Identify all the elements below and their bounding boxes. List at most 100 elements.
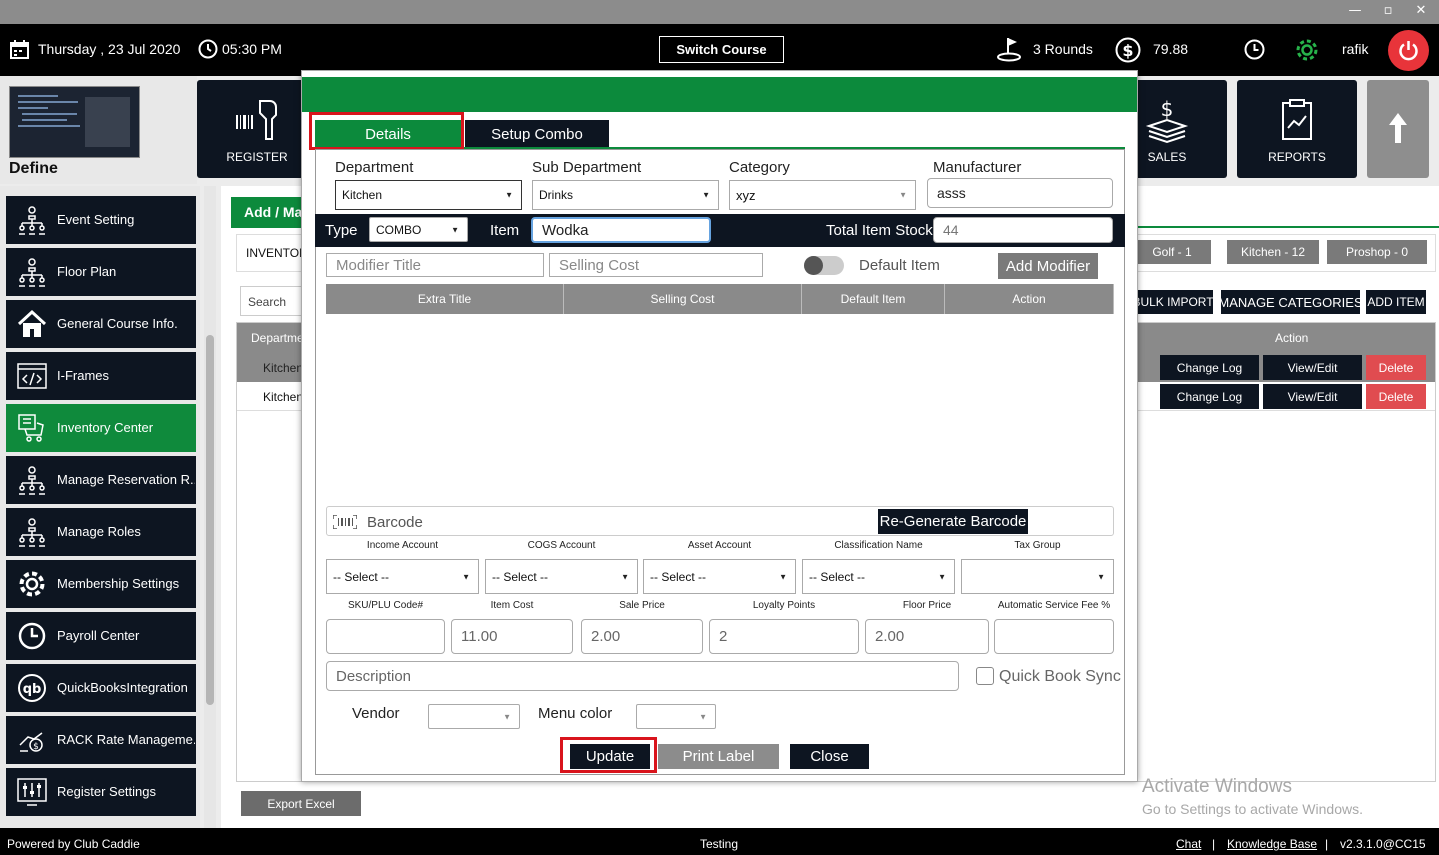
inventory-label: INVENTOR <box>246 246 308 260</box>
sku-label: SKU/PLU Code# <box>347 600 424 611</box>
history-clock-icon[interactable] <box>1244 39 1265 60</box>
department-select[interactable]: Kitchen ▼ <box>335 180 522 210</box>
classification-value: -- Select -- <box>809 569 866 584</box>
delete-button[interactable]: Delete <box>1366 384 1426 409</box>
service-fee-input[interactable] <box>994 619 1114 654</box>
col-selling-cost: Selling Cost <box>564 284 802 314</box>
close-button[interactable]: Close <box>790 744 869 769</box>
type-select[interactable]: COMBO ▼ <box>369 217 468 242</box>
description-input[interactable]: Description <box>326 661 959 691</box>
subdept-select[interactable]: Drinks ▼ <box>532 180 719 210</box>
balance-display: 79.88 <box>1153 41 1189 57</box>
sidebar-item-manage-roles[interactable]: Manage Roles <box>6 508 196 556</box>
reports-label: REPORTS <box>1268 150 1326 164</box>
restore-button[interactable]: ▫ <box>1376 3 1400 18</box>
category-select[interactable]: xyz ▼ <box>729 180 916 210</box>
modifier-title-input[interactable]: Modifier Title <box>326 253 544 277</box>
time-display: 05:30 PM <box>222 41 282 57</box>
sale-price-input[interactable]: 2.00 <box>581 619 703 654</box>
item-cost-input[interactable]: 11.00 <box>451 619 573 654</box>
floor-price-input[interactable]: 2.00 <box>865 619 989 654</box>
status-bar: Powered by Club Caddie Testing Chat | Kn… <box>0 828 1439 855</box>
print-label-button[interactable]: Print Label <box>658 744 779 769</box>
view-edit-button[interactable]: View/Edit <box>1263 384 1362 409</box>
asset-account-select[interactable]: -- Select -- ▼ <box>643 559 796 594</box>
export-excel-button[interactable]: Export Excel <box>241 791 361 816</box>
sidebar-item-inventory-center[interactable]: Inventory Center <box>6 404 196 452</box>
manufacturer-value: asss <box>937 185 966 201</box>
sidebar-item-i-frames[interactable]: I-Frames <box>6 352 196 400</box>
chat-link[interactable]: Chat <box>1176 837 1201 851</box>
selling-cost-input[interactable]: Selling Cost <box>549 253 763 277</box>
menu-color-select[interactable]: ▼ <box>636 704 716 729</box>
switch-course-button[interactable]: Switch Course <box>659 36 784 63</box>
type-value: COMBO <box>376 222 422 237</box>
quick-book-sync-checkbox[interactable] <box>976 667 994 685</box>
minimize-button[interactable]: — <box>1343 3 1367 18</box>
sidebar-item-rack-rate-manageme[interactable]: $ RACK Rate Manageme... <box>6 716 196 764</box>
sidebar-item-manage-reservation-r[interactable]: Manage Reservation R... <box>6 456 196 504</box>
search-placeholder: Search <box>248 295 287 309</box>
chevron-down-icon: ▼ <box>621 572 629 581</box>
toggle-knob <box>804 256 823 275</box>
sidebar-item-event-setting[interactable]: Event Setting <box>6 196 196 244</box>
search-input[interactable]: Search <box>240 286 310 316</box>
sidebar-item-register-settings[interactable]: Register Settings <box>6 768 196 816</box>
chevron-down-icon: ▼ <box>1097 572 1105 581</box>
register-tile[interactable]: REGISTER <box>197 80 317 178</box>
window-close-button[interactable]: ✕ <box>1409 3 1433 18</box>
tab-setup-combo[interactable]: Setup Combo <box>465 120 609 148</box>
income-account-select[interactable]: -- Select -- ▼ <box>326 559 479 594</box>
view-edit-button[interactable]: View/Edit <box>1263 355 1362 380</box>
sku-input[interactable] <box>326 619 445 654</box>
change-log-button[interactable]: Change Log <box>1160 355 1259 380</box>
knowledge-base-link[interactable]: Knowledge Base <box>1227 837 1317 851</box>
tax-group-label: Tax Group <box>1014 540 1061 551</box>
add-item-button[interactable]: ADD ITEM <box>1366 290 1426 314</box>
power-icon <box>1399 41 1418 61</box>
loyalty-points-input[interactable]: 2 <box>709 619 859 654</box>
sidebar-item-general-course-info[interactable]: General Course Info. <box>6 300 196 348</box>
vendor-select[interactable]: ▼ <box>428 704 520 729</box>
sidebar-item-floor-plan[interactable]: Floor Plan <box>6 248 196 296</box>
chevron-down-icon: ▼ <box>699 712 707 721</box>
delete-button[interactable]: Delete <box>1366 355 1426 380</box>
define-label: Define <box>9 160 58 177</box>
sidebar-item-label: I-Frames <box>57 368 109 383</box>
sidebar-item-membership-settings[interactable]: Membership Settings <box>6 560 196 608</box>
change-log-button[interactable]: Change Log <box>1160 384 1259 409</box>
window-titlebar: — ▫ ✕ <box>0 0 1439 24</box>
power-button[interactable] <box>1388 30 1429 71</box>
add-manage-button[interactable]: Add / Ma <box>231 197 311 227</box>
settings-gear-icon[interactable] <box>1294 37 1320 63</box>
classification-select[interactable]: -- Select -- ▼ <box>802 559 955 594</box>
top-bar: Thursday , 23 Jul 2020 05:30 PM Switch C… <box>0 24 1439 76</box>
manage-categories-button[interactable]: MANAGE CATEGORIES <box>1218 290 1363 314</box>
tax-group-select[interactable]: ▼ <box>961 559 1114 594</box>
sidebar-item-label: Manage Reservation R... <box>57 472 195 487</box>
sidebar-item-payroll-center[interactable]: Payroll Center <box>6 612 196 660</box>
cogs-account-select[interactable]: -- Select -- ▼ <box>485 559 638 594</box>
chevron-down-icon: ▼ <box>702 190 710 200</box>
scroll-up-tile[interactable] <box>1367 80 1429 178</box>
bulk-import-button[interactable]: BULK IMPORT <box>1132 290 1214 314</box>
modal-header <box>302 77 1137 112</box>
chevron-down-icon: ▼ <box>462 572 470 581</box>
filter-golf[interactable]: Golf - 1 <box>1133 240 1211 264</box>
chevron-down-icon: ▼ <box>779 572 787 581</box>
sidebar-item-quickbooksintegration[interactable]: qb QuickBooksIntegration <box>6 664 196 712</box>
quick-book-sync-label: Quick Book Sync <box>999 668 1121 685</box>
row-department: Kitchen <box>263 361 304 375</box>
default-item-toggle[interactable] <box>804 256 844 275</box>
sale-price-label: Sale Price <box>619 600 665 611</box>
item-input[interactable]: Wodka <box>531 217 711 243</box>
reports-tile[interactable]: REPORTS <box>1237 80 1357 178</box>
manufacturer-input[interactable]: asss <box>927 178 1113 208</box>
activate-windows-title: Activate Windows <box>1142 776 1292 797</box>
filter-proshop[interactable]: Proshop - 0 <box>1327 240 1427 264</box>
regenerate-barcode-button[interactable]: Re-Generate Barcode <box>878 509 1028 534</box>
col-extra-title: Extra Title <box>326 284 564 314</box>
filter-kitchen[interactable]: Kitchen - 12 <box>1227 240 1319 264</box>
sidebar-scroll-thumb[interactable] <box>206 335 214 705</box>
add-modifier-button[interactable]: Add Modifier <box>998 253 1098 279</box>
